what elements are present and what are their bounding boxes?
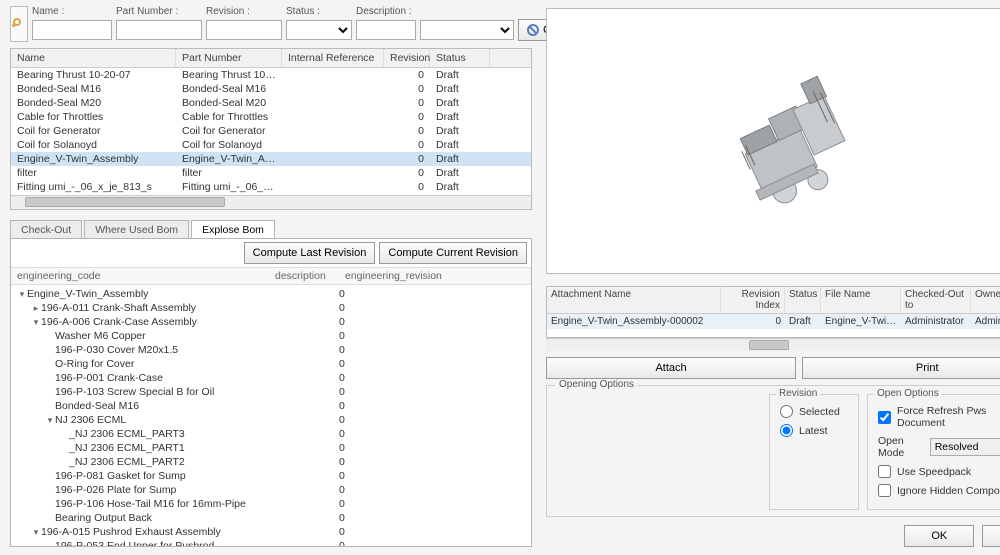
tab-explose-bom[interactable]: Explose Bom bbox=[191, 220, 275, 238]
tree-row[interactable]: 196-P-026 Plate for Sump0 bbox=[11, 483, 531, 497]
tree-twist-icon[interactable]: ▾ bbox=[31, 315, 41, 329]
grid-row[interactable]: Fitting umi_-_06_x_je_813_sFitting umi_-… bbox=[11, 180, 531, 194]
label-part-number: Part Number : bbox=[116, 6, 202, 17]
attachment-row[interactable]: Engine_V-Twin_Assembly-0000020DraftEngin… bbox=[547, 314, 1000, 329]
search-toggle-button[interactable] bbox=[10, 6, 28, 42]
tree-row[interactable]: Bonded-Seal M160 bbox=[11, 399, 531, 413]
grid-row[interactable]: filterfilter0Draft bbox=[11, 166, 531, 180]
att-col-owner[interactable]: Owner bbox=[971, 287, 1000, 313]
col-header-status[interactable]: Status bbox=[430, 49, 490, 67]
tree-row[interactable]: _NJ 2306 ECML_PART20 bbox=[11, 455, 531, 469]
tree-row[interactable]: ▾NJ 2306 ECML0 bbox=[11, 413, 531, 427]
tree-row[interactable]: Washer M6 Copper0 bbox=[11, 329, 531, 343]
attach-button[interactable]: Attach bbox=[546, 357, 796, 379]
grid-row[interactable]: Cable for ThrottlesCable for Throttles0D… bbox=[11, 110, 531, 124]
open-options-legend: Open Options bbox=[874, 388, 942, 399]
part-number-input[interactable] bbox=[116, 20, 202, 40]
open-mode-select[interactable]: Resolved bbox=[930, 438, 1000, 456]
status-select[interactable] bbox=[286, 20, 352, 40]
grid-row[interactable]: Coil for GeneratorCoil for Generator0Dra… bbox=[11, 124, 531, 138]
tree-col-rev[interactable]: engineering_revision bbox=[339, 268, 531, 284]
cancel-button[interactable]: Cancel bbox=[982, 525, 1000, 547]
search-bar: Name : Part Number : Revision : Status :… bbox=[10, 6, 532, 42]
att-col-name[interactable]: Attachment Name bbox=[547, 287, 721, 313]
att-col-file[interactable]: File Name bbox=[821, 287, 901, 313]
tree-row[interactable]: ▾196-A-006 Crank-Case Assembly0 bbox=[11, 315, 531, 329]
tree-twist-icon[interactable]: ▸ bbox=[31, 301, 41, 315]
label-status: Status : bbox=[286, 6, 352, 17]
grid-row[interactable]: Engine_V-Twin_AssemblyEngine_V-Twin_Asse… bbox=[11, 152, 531, 166]
tree-row[interactable]: 196-P-001 Crank-Case0 bbox=[11, 371, 531, 385]
att-col-revidx[interactable]: Revision Index bbox=[721, 287, 785, 313]
grid-row[interactable]: Coil for SolanoydCoil for Solanoyd0Draft bbox=[11, 138, 531, 152]
tree-row[interactable]: 196-P-081 Gasket for Sump0 bbox=[11, 469, 531, 483]
tabs-panel: Compute Last Revision Compute Current Re… bbox=[10, 238, 532, 547]
tree-row[interactable]: ▾196-A-015 Pushrod Exhaust Assembly0 bbox=[11, 525, 531, 539]
tree-row[interactable]: _NJ 2306 ECML_PART10 bbox=[11, 441, 531, 455]
tree-row[interactable]: 196-P-106 Hose-Tail M16 for 16mm-Pipe0 bbox=[11, 497, 531, 511]
revision-latest-radio[interactable]: Latest bbox=[780, 424, 848, 437]
tree-row[interactable]: 196-P-103 Screw Special B for Oil0 bbox=[11, 385, 531, 399]
tree-row[interactable]: O-Ring for Cover0 bbox=[11, 357, 531, 371]
results-grid: Name Part Number Internal Reference Revi… bbox=[10, 48, 532, 210]
grid-row[interactable]: Bonded-Seal M20Bonded-Seal M200Draft bbox=[11, 96, 531, 110]
col-header-intref[interactable]: Internal Reference bbox=[282, 49, 384, 67]
tabs-bar: Check-OutWhere Used BomExplose Bom bbox=[10, 220, 532, 238]
col-header-name[interactable]: Name bbox=[11, 49, 176, 67]
description-input[interactable] bbox=[356, 20, 416, 40]
use-speedpack-checkbox[interactable]: Use Speedpack bbox=[878, 465, 1000, 478]
print-button[interactable]: Print bbox=[802, 357, 1000, 379]
grid-row[interactable]: Bonded-Seal M16Bonded-Seal M160Draft bbox=[11, 82, 531, 96]
tree-row[interactable]: Bearing Output Back0 bbox=[11, 511, 531, 525]
name-input[interactable] bbox=[32, 20, 112, 40]
label-name: Name : bbox=[32, 6, 112, 17]
col-header-rev[interactable]: Revision bbox=[384, 49, 430, 67]
compute-last-revision-button[interactable]: Compute Last Revision bbox=[244, 242, 376, 264]
engine-preview-icon bbox=[689, 56, 909, 226]
att-col-checked[interactable]: Checked-Out to bbox=[901, 287, 971, 313]
wrench-icon bbox=[11, 16, 27, 32]
attach-hscroll[interactable] bbox=[546, 338, 1000, 351]
label-revision: Revision : bbox=[206, 6, 282, 17]
compute-current-revision-button[interactable]: Compute Current Revision bbox=[379, 242, 527, 264]
tree-header: engineering_code description engineering… bbox=[11, 268, 531, 285]
tab-check-out[interactable]: Check-Out bbox=[10, 220, 82, 238]
open-mode-label: Open Mode bbox=[878, 435, 924, 459]
preview-3d[interactable] bbox=[546, 8, 1000, 274]
tree-row[interactable]: _NJ 2306 ECML_PART30 bbox=[11, 427, 531, 441]
clear-icon bbox=[527, 24, 539, 36]
tab-where-used-bom[interactable]: Where Used Bom bbox=[84, 220, 189, 238]
grid-row[interactable]: Bearing Thrust 10-20-07Bearing Thrust 10… bbox=[11, 68, 531, 82]
ok-button[interactable]: OK bbox=[904, 525, 974, 547]
tree-twist-icon[interactable]: ▾ bbox=[31, 525, 41, 539]
extra-combo[interactable] bbox=[420, 20, 514, 40]
tree-twist-icon[interactable]: ▾ bbox=[45, 413, 55, 427]
att-col-status[interactable]: Status bbox=[785, 287, 821, 313]
col-header-part[interactable]: Part Number bbox=[176, 49, 282, 67]
attachments-grid: Attachment Name Revision Index Status Fi… bbox=[546, 286, 1000, 338]
tree-row[interactable]: ▸196-A-011 Crank-Shaft Assembly0 bbox=[11, 301, 531, 315]
tree-row[interactable]: 196-P-053 End Upper for Pushrod0 bbox=[11, 539, 531, 546]
opening-options-legend: Opening Options bbox=[555, 379, 638, 390]
opening-options: Opening Options Revision Selected Latest… bbox=[546, 385, 1000, 517]
revision-selected-radio[interactable]: Selected bbox=[780, 405, 848, 418]
tree-col-desc[interactable]: description bbox=[269, 268, 339, 284]
grid-hscroll[interactable] bbox=[11, 195, 531, 209]
ignore-hidden-checkbox[interactable]: Ignore Hidden Components bbox=[878, 484, 1000, 497]
grid-header: Name Part Number Internal Reference Revi… bbox=[11, 49, 531, 68]
label-description: Description : bbox=[356, 6, 416, 17]
tree-row[interactable]: ▾Engine_V-Twin_Assembly0 bbox=[11, 287, 531, 301]
revision-input[interactable] bbox=[206, 20, 282, 40]
revision-legend: Revision bbox=[776, 388, 820, 399]
tree-col-code[interactable]: engineering_code bbox=[11, 268, 269, 284]
tree-twist-icon[interactable]: ▾ bbox=[17, 287, 27, 301]
tree-row[interactable]: 196-P-030 Cover M20x1.50 bbox=[11, 343, 531, 357]
force-refresh-checkbox[interactable]: Force Refresh Pws Document bbox=[878, 405, 1000, 429]
